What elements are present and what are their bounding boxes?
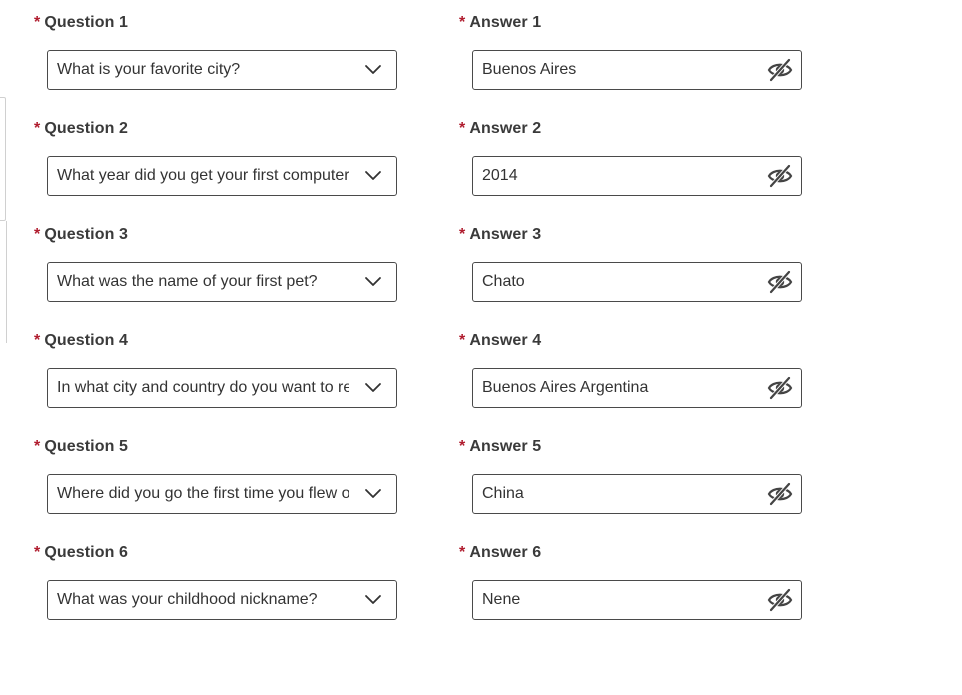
required-asterisk: * [459, 438, 466, 455]
question-select-value: What is your favorite city? [57, 61, 241, 78]
answer-input[interactable]: Buenos Aires Argentina [472, 368, 802, 408]
required-asterisk: * [459, 332, 466, 349]
question-label: * Question 4 [34, 332, 129, 349]
required-asterisk: * [34, 226, 41, 243]
question-row-3: * Question 3 What was the name of your fi… [0, 212, 962, 318]
answer-input-value: Buenos Aires [482, 61, 577, 78]
eye-slash-icon[interactable] [767, 58, 793, 82]
question-select[interactable]: What was your childhood nickname? [47, 580, 397, 620]
answer-input-value: Chato [482, 273, 525, 290]
required-asterisk: * [459, 544, 466, 561]
eye-slash-icon[interactable] [767, 588, 793, 612]
answer-input[interactable]: Buenos Aires [472, 50, 802, 90]
chevron-down-icon [365, 65, 381, 74]
answer-input-value: 2014 [482, 167, 518, 184]
question-row-2: * Question 2 What year did you get your f… [0, 106, 962, 212]
required-asterisk: * [34, 438, 41, 455]
answer-label: * Answer 5 [459, 438, 542, 455]
answer-input-value: Nene [482, 591, 521, 608]
eye-slash-icon[interactable] [767, 482, 793, 506]
required-asterisk: * [34, 14, 41, 31]
question-select[interactable]: In what city and country do you want to … [47, 368, 397, 408]
eye-slash-icon[interactable] [767, 164, 793, 188]
question-select-value: Where did you go the first time you flew… [57, 485, 349, 502]
required-asterisk: * [34, 544, 41, 561]
question-row-4: * Question 4 In what city and country do … [0, 318, 962, 424]
chevron-down-icon [365, 383, 381, 392]
chevron-down-icon [365, 277, 381, 286]
eye-slash-icon[interactable] [767, 270, 793, 294]
answer-input[interactable]: Chato [472, 262, 802, 302]
question-label: * Question 6 [34, 544, 129, 561]
question-row-1: * Question 1 What is your favorite city? … [0, 0, 962, 106]
answer-label: * Answer 1 [459, 14, 542, 31]
answer-input[interactable]: 2014 [472, 156, 802, 196]
answer-label: * Answer 4 [459, 332, 542, 349]
required-asterisk: * [34, 120, 41, 137]
question-label: * Question 5 [34, 438, 129, 455]
required-asterisk: * [459, 14, 466, 31]
answer-input[interactable]: Nene [472, 580, 802, 620]
question-select[interactable]: What is your favorite city? [47, 50, 397, 90]
question-select-value: What was the name of your first pet? [57, 273, 318, 290]
question-select-value: In what city and country do you want to … [57, 379, 349, 396]
answer-label: * Answer 2 [459, 120, 542, 137]
question-label: * Question 1 [34, 14, 129, 31]
question-select[interactable]: What year did you get your first compute… [47, 156, 397, 196]
question-select-value: What year did you get your first compute… [57, 167, 349, 184]
question-select-value: What was your childhood nickname? [57, 591, 318, 608]
answer-input-value: Buenos Aires Argentina [482, 379, 649, 396]
question-select[interactable]: Where did you go the first time you flew… [47, 474, 397, 514]
chevron-down-icon [365, 489, 381, 498]
required-asterisk: * [459, 120, 466, 137]
answer-label: * Answer 3 [459, 226, 542, 243]
question-row-6: * Question 6 What was your childhood nick… [0, 530, 962, 636]
question-select[interactable]: What was the name of your first pet? [47, 262, 397, 302]
eye-slash-icon[interactable] [767, 376, 793, 400]
required-asterisk: * [34, 332, 41, 349]
answer-input[interactable]: China [472, 474, 802, 514]
required-asterisk: * [459, 226, 466, 243]
question-row-5: * Question 5 Where did you go the first t… [0, 424, 962, 530]
question-label: * Question 3 [34, 226, 129, 243]
answer-input-value: China [482, 485, 524, 502]
answer-label: * Answer 6 [459, 544, 542, 561]
chevron-down-icon [365, 595, 381, 604]
chevron-down-icon [365, 171, 381, 180]
question-label: * Question 2 [34, 120, 129, 137]
